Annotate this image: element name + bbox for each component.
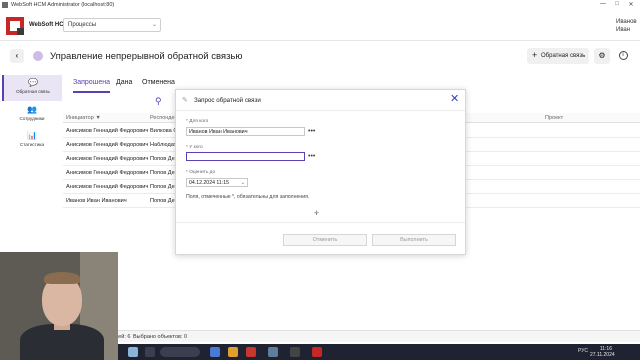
cell-respondent: Попов Ден (150, 156, 176, 162)
cell-respondent: Наблюдат (150, 142, 176, 148)
cell-initiator: Анисимов Геннадий Федорович (66, 156, 149, 162)
tab-requested[interactable]: Запрошена (73, 79, 110, 86)
chevron-down-icon: ⌄ (240, 180, 245, 186)
windows-start-icon[interactable] (128, 347, 138, 357)
nav-item-label: Сотрудники (19, 116, 45, 121)
browser-icon[interactable] (268, 347, 278, 357)
cell-respondent: Попов Ден (150, 198, 176, 204)
webcam-overlay (0, 252, 118, 360)
required-note: Поля, отмеченные *, обязательны для запо… (186, 194, 310, 200)
window-titlebar: WebSoft HCM Administrator (localhost:80)… (0, 0, 640, 11)
from-whom-label: * У кого (186, 145, 203, 150)
status-bar: Записей: 6 Выбрано объектов: 0 (63, 330, 640, 342)
cell-initiator: Анисимов Геннадий Федорович (66, 184, 149, 190)
cell-initiator: Анисимов Геннадий Федорович (66, 170, 149, 176)
tab-given[interactable]: Дана (116, 79, 132, 86)
process-select-value: Процессы (68, 22, 97, 28)
close-window-button[interactable]: ✕ (626, 1, 636, 8)
pen-icon: ✎ (182, 97, 188, 104)
webcam-person-hair (44, 272, 80, 284)
divider (176, 110, 465, 111)
submit-button[interactable]: Выполнить (372, 234, 456, 246)
clock[interactable]: 11:16 27.11.2024 (590, 346, 615, 358)
recorder-icon[interactable] (290, 347, 300, 357)
dialog-title: Запрос обратной связи (194, 97, 261, 104)
app-header: WebSoft HCM Процессы ⌄ Иванов Иван (0, 11, 640, 41)
tabs: Запрошена Дана Отменена (63, 71, 640, 93)
nav-item-feedback[interactable]: 💬 Обратная связь (2, 75, 62, 101)
plus-icon: + (532, 50, 538, 60)
cell-respondent: Попов Ден (150, 184, 176, 190)
mouse-cursor-icon: ✛ (314, 211, 320, 217)
chat-icon: 💬 (28, 78, 38, 87)
cell-initiator: Анисимов Геннадий Федорович (66, 142, 149, 148)
minimize-button[interactable]: — (598, 1, 608, 7)
clock-date: 27.11.2024 (590, 352, 615, 358)
window-title: WebSoft HCM Administrator (localhost:80) (11, 2, 115, 8)
for-whom-label: * Для кого (186, 119, 209, 124)
add-feedback-button[interactable]: + Обратная связь (527, 48, 589, 64)
for-whom-field[interactable]: Иванов Иван Иванович (186, 127, 305, 136)
nav-item-label: Обратная связь (16, 89, 50, 94)
process-select[interactable]: Процессы ⌄ (63, 18, 161, 32)
divider (176, 222, 465, 223)
nav-item-statistics[interactable]: 📊 Статистика (2, 128, 62, 154)
for-whom-picker-button[interactable]: ••• (308, 128, 315, 135)
cell-respondent: Попов Ден (150, 170, 176, 176)
page-icon (33, 51, 43, 61)
app-icon (2, 2, 8, 8)
folder-icon[interactable] (228, 347, 238, 357)
websoft-logo[interactable] (6, 17, 24, 35)
cell-initiator: Иванов Иван Иванович (66, 198, 127, 204)
feedback-request-dialog: ✎ Запрос обратной связи ✕ * Для кого Ива… (175, 89, 466, 255)
keyboard-language[interactable]: РУС (578, 348, 588, 354)
from-whom-field[interactable] (186, 152, 305, 161)
page-header: ‹ Управление непрерывной обратной связью… (0, 41, 640, 71)
due-date-value: 04.12.2024 11:15 (189, 180, 229, 186)
add-feedback-label: Обратная связь (541, 53, 586, 59)
selected-count: Выбрано объектов: 0 (133, 334, 188, 340)
taskbar-search-box[interactable] (160, 347, 200, 357)
cancel-button[interactable]: Отменить (283, 234, 367, 246)
back-button[interactable]: ‹ (10, 49, 24, 63)
explorer-icon[interactable] (210, 347, 220, 357)
gear-icon: ⚙ (598, 51, 606, 60)
cell-initiator: Анисимов Геннадий Федорович (66, 128, 149, 134)
search-taskbar-icon[interactable] (145, 347, 155, 357)
search-icon[interactable]: ⚲ (155, 96, 162, 107)
from-whom-picker-button[interactable]: ••• (308, 153, 315, 160)
close-icon[interactable]: ✕ (450, 93, 459, 105)
nav-item-label: Статистика (19, 142, 45, 147)
app-icon-red[interactable] (246, 347, 256, 357)
info-button[interactable]: i (615, 48, 631, 64)
column-respondent[interactable]: Респонден (150, 115, 178, 121)
chart-icon: 📊 (27, 131, 37, 140)
due-date-label: * Оценить до (186, 170, 216, 175)
cell-respondent: Вилкова О (150, 128, 176, 134)
user-name[interactable]: Иванов Иван (616, 18, 640, 34)
people-icon: 👥 (27, 105, 37, 114)
page-title: Управление непрерывной обратной связью (50, 51, 243, 62)
tab-cancelled[interactable]: Отменена (142, 79, 175, 86)
column-initiator[interactable]: Инициатор ▼ (66, 115, 101, 121)
maximize-button[interactable]: □ (612, 1, 622, 7)
info-icon: i (618, 51, 628, 60)
chevron-down-icon: ⌄ (151, 22, 157, 28)
nav-item-employees[interactable]: 👥 Сотрудники (2, 102, 62, 128)
column-project[interactable]: Проект (545, 115, 563, 121)
websoft-taskbar-icon[interactable] (312, 347, 322, 357)
due-date-field[interactable]: 04.12.2024 11:15 ⌄ (186, 178, 248, 187)
settings-button[interactable]: ⚙ (594, 48, 610, 64)
